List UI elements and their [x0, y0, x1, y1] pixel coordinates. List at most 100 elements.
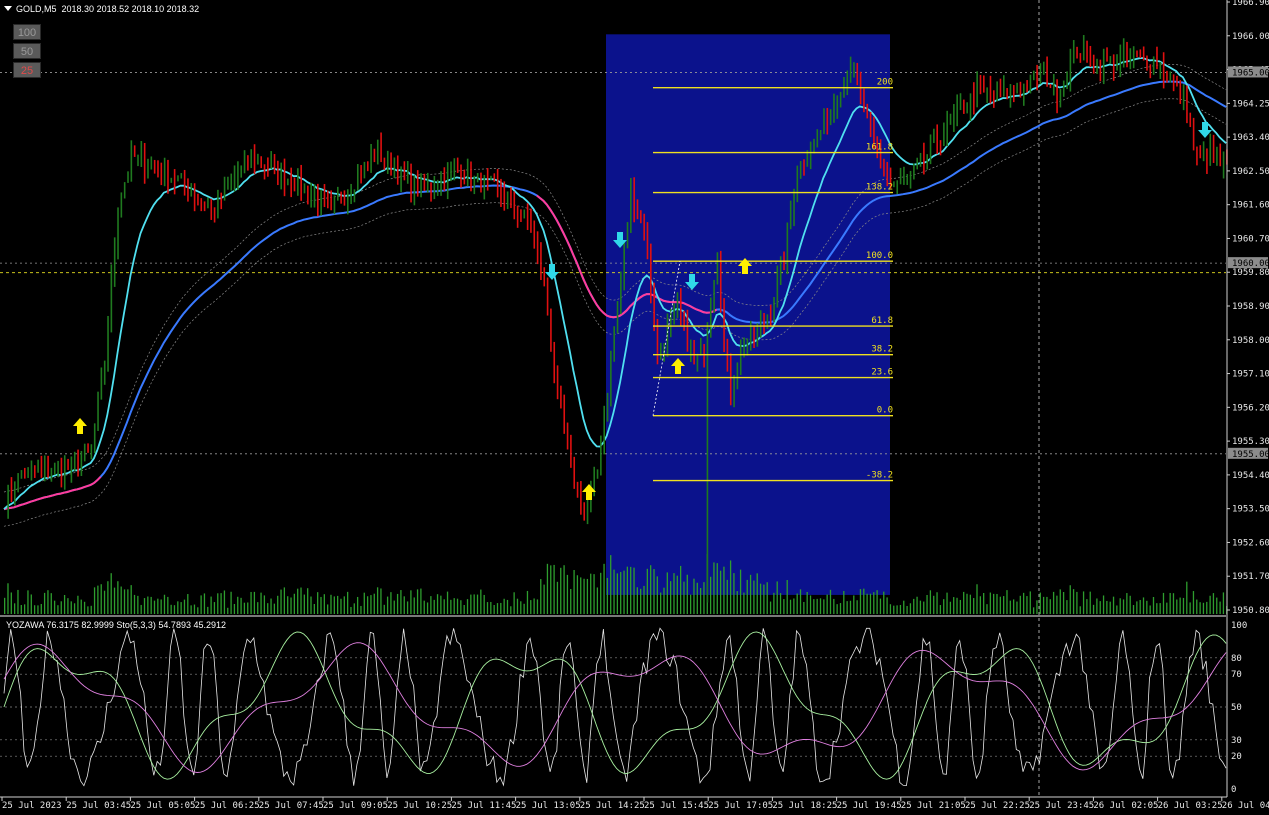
- volume-bar: [30, 594, 32, 614]
- candle: [473, 175, 476, 195]
- volume-bar: [183, 599, 186, 614]
- candle: [706, 322, 709, 603]
- volume-bar: [37, 605, 39, 614]
- volume-bar: [1166, 602, 1168, 614]
- dropdown-triangle-icon[interactable]: [4, 6, 12, 11]
- time-tick-label: 25 Jul 21:05: [901, 801, 966, 811]
- candle: [1009, 84, 1012, 108]
- price-tick-label: 1955.30: [1232, 437, 1269, 447]
- candle: [1182, 84, 1185, 111]
- candle: [956, 94, 958, 127]
- volume-bar: [1206, 601, 1208, 614]
- candle: [1102, 48, 1105, 85]
- candle: [380, 132, 382, 163]
- volume-bar: [909, 603, 912, 614]
- volume-bar: [866, 593, 868, 614]
- candle: [260, 156, 263, 169]
- candle: [803, 159, 805, 176]
- volume-bar: [1039, 592, 1041, 614]
- candle: [996, 81, 998, 102]
- price-chart[interactable]: 200161.8138.2100.061.838.223.60.0-38.2 1…: [0, 0, 1269, 815]
- candle: [893, 181, 895, 188]
- button-25[interactable]: 25: [13, 62, 41, 78]
- time-tick-label: 25 Jul 18:25: [772, 801, 837, 811]
- volume-bar: [923, 601, 925, 614]
- volume-bar: [233, 603, 236, 614]
- candle: [403, 161, 406, 181]
- candle: [966, 102, 968, 114]
- volume-bar: [796, 593, 798, 614]
- candle: [1019, 81, 1022, 98]
- volume-bar: [963, 591, 965, 614]
- volume-bar: [603, 563, 605, 614]
- fibonacci-zone: [606, 34, 890, 595]
- volume-bar: [896, 605, 898, 614]
- candle: [610, 350, 612, 407]
- volume-bar: [709, 576, 712, 614]
- volume-bar: [1169, 592, 1171, 614]
- volume-bar: [939, 605, 942, 614]
- volume-bar: [53, 600, 56, 614]
- volume-bar: [1016, 601, 1018, 614]
- candle: [187, 178, 189, 202]
- volume-bar: [1022, 592, 1025, 614]
- volume-bar: [759, 583, 762, 614]
- candle: [280, 162, 282, 190]
- volume-bar: [703, 582, 705, 614]
- volume-bar: [1092, 604, 1095, 614]
- candle: [207, 197, 209, 209]
- volume-bar: [799, 589, 802, 614]
- volume-bar: [63, 594, 66, 614]
- candle: [1089, 45, 1092, 68]
- candle: [37, 459, 39, 473]
- candle: [729, 353, 732, 406]
- candle: [53, 462, 56, 475]
- volume-bar: [370, 595, 372, 614]
- candle: [453, 158, 456, 181]
- candle: [1119, 44, 1122, 78]
- volume-bar: [766, 582, 768, 614]
- candle: [933, 128, 935, 144]
- candle: [493, 173, 496, 182]
- time-tick-label: 25 Jul 11:45: [451, 801, 516, 811]
- volume-bar: [660, 592, 662, 614]
- volume-bar: [117, 581, 119, 614]
- volume-bar: [260, 592, 262, 614]
- volume-bar: [203, 593, 206, 614]
- volume-bar: [380, 588, 382, 614]
- volume-bar: [886, 597, 888, 614]
- candle: [470, 161, 472, 192]
- button-100[interactable]: 100: [13, 24, 41, 40]
- candle: [563, 394, 566, 434]
- candle: [573, 456, 576, 489]
- volume-bar: [456, 598, 459, 614]
- volume-bar: [693, 578, 695, 614]
- volume-bar: [979, 596, 981, 614]
- button-50[interactable]: 50: [13, 43, 41, 59]
- volume-bar: [819, 598, 822, 614]
- candle: [510, 187, 512, 209]
- candle: [630, 177, 632, 233]
- volume-bar: [989, 592, 991, 614]
- candle: [1059, 89, 1062, 108]
- volume-bar: [323, 594, 325, 614]
- candle: [863, 88, 865, 113]
- candle: [117, 207, 119, 260]
- volume-bar: [516, 598, 519, 614]
- candle: [10, 477, 13, 503]
- indicator-tick-label: 70: [1231, 670, 1242, 680]
- volume-bar: [360, 605, 362, 614]
- candle: [40, 455, 43, 478]
- candle: [223, 176, 226, 201]
- candle: [959, 93, 962, 111]
- volume-bar: [446, 591, 449, 614]
- candle: [193, 183, 196, 212]
- volume-bar: [1139, 599, 1141, 614]
- candle: [903, 166, 905, 185]
- volume-bar: [776, 581, 778, 614]
- volume-bar: [280, 589, 282, 614]
- candle: [1166, 70, 1168, 83]
- price-tick-label: 1958.90: [1232, 302, 1269, 312]
- volume-bar: [1059, 589, 1061, 614]
- candle: [1022, 83, 1025, 106]
